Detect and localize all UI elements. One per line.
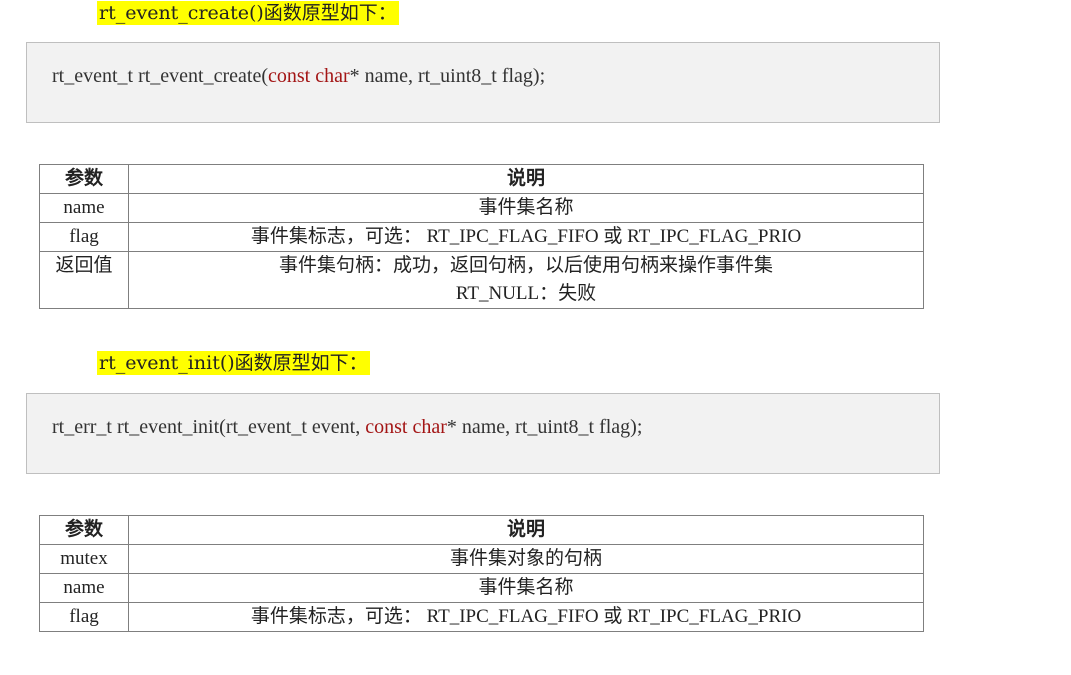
desc-cell: 事件集标志，可选： RT_IPC_FLAG_FIFO 或 RT_IPC_FLAG… [128,602,924,632]
desc-cell: 事件集对象的句柄 [128,544,924,574]
header-desc: 说明 [128,515,924,545]
table-row: flag 事件集标志，可选： RT_IPC_FLAG_FIFO 或 RT_IPC… [39,222,924,252]
table-row: 返回值 事件集句柄：成功，返回句柄，以后使用句柄来操作事件集 RT_NULL：失… [39,251,924,309]
param-cell: mutex [39,544,129,574]
desc-line-1: 事件集句柄：成功，返回句柄，以后使用句柄来操作事件集 [278,255,773,276]
code-text-pre: rt_err_t rt_event_init(rt_event_t event, [52,416,366,438]
desc-cell: 事件集句柄：成功，返回句柄，以后使用句柄来操作事件集 RT_NULL：失败 [128,251,924,309]
code-text-post: * name, rt_uint8_t flag); [349,65,546,87]
header-desc: 说明 [128,164,924,194]
table-row: mutex 事件集对象的句柄 [39,544,924,574]
param-cell: flag [39,222,129,252]
desc-line-2: RT_NULL：失败 [455,283,597,304]
code-text-post: * name, rt_uint8_t flag); [446,416,643,438]
section-heading-create: rt_event_create()函数原型如下： [95,0,401,26]
code-block-create: rt_event_t rt_event_create(const char* n… [26,42,940,123]
table-header-row: 参数 说明 [39,515,924,545]
param-cell: 返回值 [39,251,129,309]
code-text-pre: rt_event_t rt_event_create( [52,65,268,87]
heading-highlight: rt_event_init()函数原型如下： [97,351,370,375]
header-param: 参数 [39,164,129,194]
code-keyword: const char [268,65,350,87]
param-cell: name [39,573,129,603]
table-header-row: 参数 说明 [39,164,924,194]
param-table-init: 参数 说明 mutex 事件集对象的句柄 name 事件集名称 flag 事件集… [39,515,924,632]
section-heading-init: rt_event_init()函数原型如下： [95,350,372,376]
param-table-create: 参数 说明 name 事件集名称 flag 事件集标志，可选： RT_IPC_F… [39,164,924,309]
desc-cell: 事件集标志，可选： RT_IPC_FLAG_FIFO 或 RT_IPC_FLAG… [128,222,924,252]
table-row: name 事件集名称 [39,193,924,223]
desc-cell: 事件集名称 [128,573,924,603]
param-cell: flag [39,602,129,632]
param-cell: name [39,193,129,223]
code-block-init: rt_err_t rt_event_init(rt_event_t event,… [26,393,940,474]
table-row: flag 事件集标志，可选： RT_IPC_FLAG_FIFO 或 RT_IPC… [39,602,924,632]
code-keyword: const char [365,416,447,438]
desc-cell: 事件集名称 [128,193,924,223]
table-row: name 事件集名称 [39,573,924,603]
code-line: rt_err_t rt_event_init(rt_event_t event,… [52,416,642,439]
header-param: 参数 [39,515,129,545]
heading-highlight: rt_event_create()函数原型如下： [97,1,399,25]
code-line: rt_event_t rt_event_create(const char* n… [52,65,545,88]
